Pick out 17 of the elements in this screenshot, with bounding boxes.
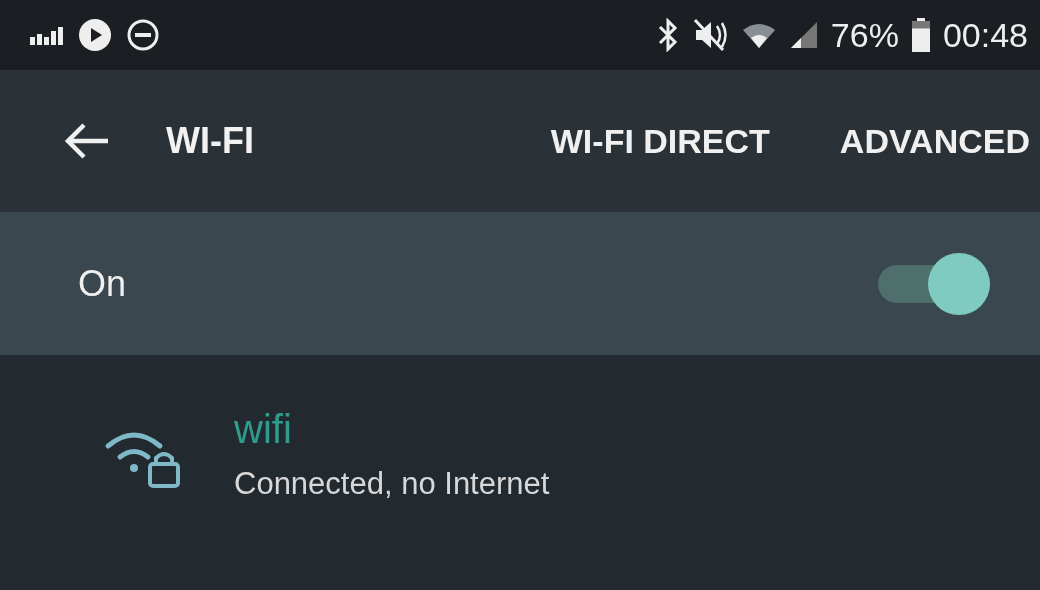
back-button[interactable] — [62, 121, 110, 161]
muted-speaker-icon — [692, 18, 729, 52]
clock-time: 00:48 — [942, 15, 1028, 55]
switch-label: On — [78, 262, 127, 305]
do-not-disturb-icon — [126, 18, 160, 52]
back-arrow-icon — [62, 121, 110, 161]
network-item[interactable]: wifi Connected, no Internet — [0, 407, 1040, 502]
wifi-toggle[interactable] — [878, 252, 990, 315]
toolbar-action[interactable]: WI-FI DIRECT — [550, 121, 770, 161]
toolbar-action[interactable]: ADVANCED — [839, 121, 1030, 161]
page-title: WI-FI — [166, 120, 255, 162]
signal-bars-icon — [30, 25, 64, 45]
battery-icon — [910, 18, 931, 52]
battery-percentage: 76% — [830, 15, 899, 55]
play-icon — [78, 18, 112, 52]
network-status: Connected, no Internet — [234, 466, 550, 502]
network-name: wifi — [234, 407, 293, 452]
